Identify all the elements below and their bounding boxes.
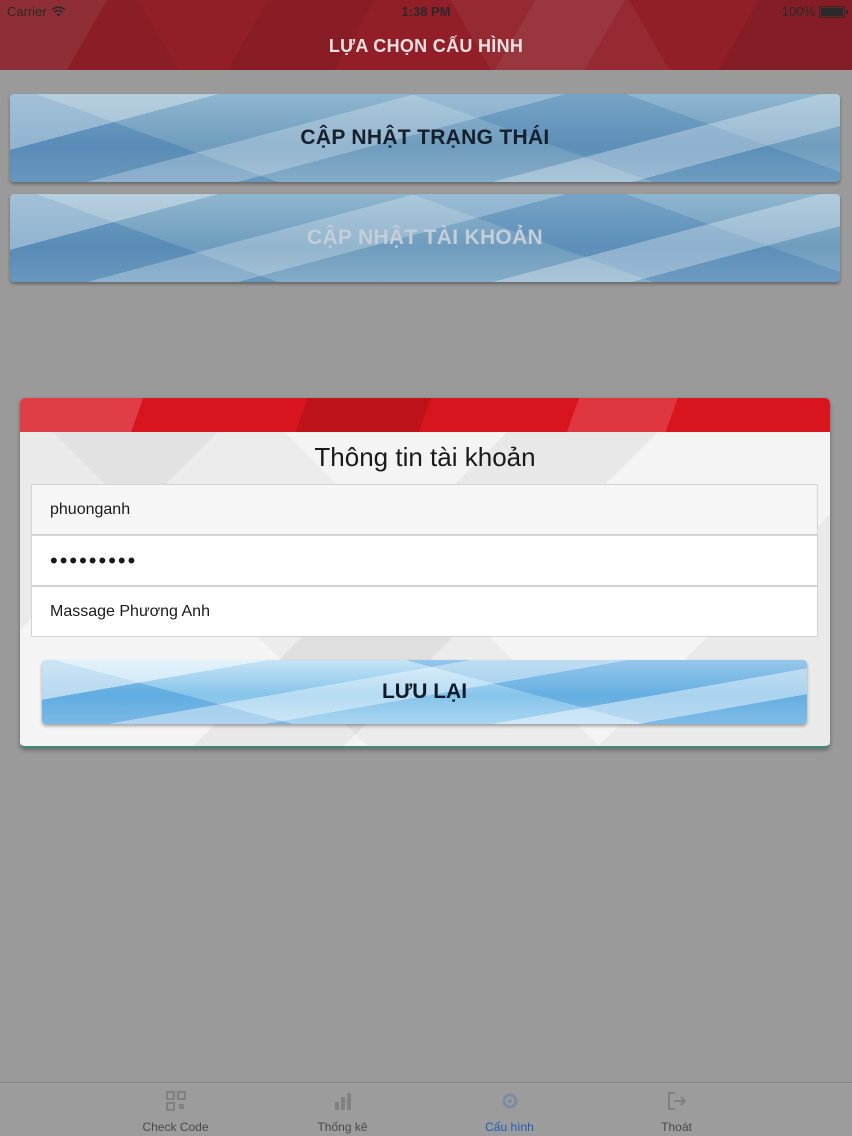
status-time: 1:38 PM [401,4,451,19]
username-field[interactable] [31,484,818,535]
tab-settings[interactable]: Cấu hình [426,1083,593,1136]
tab-bar-spacer [0,1083,92,1136]
battery-percent: 100% [781,4,815,19]
tab-label: Thống kê [317,1120,368,1134]
chart-icon [334,1093,351,1110]
tab-label: Cấu hình [485,1120,534,1134]
tab-statistics[interactable]: Thống kê [259,1083,426,1136]
tab-bar: Check Code Thống kê Cấu hình Thoát [0,1082,852,1136]
tab-label: Check Code [142,1120,209,1134]
gear-icon [502,1093,517,1109]
update-account-button[interactable]: CẬP NHẬT TÀI KHOẢN [10,194,840,282]
display-name-field[interactable] [31,586,818,637]
update-status-button[interactable]: CẬP NHẬT TRẠNG THÁI [10,94,840,182]
tab-check-code[interactable]: Check Code [92,1083,259,1136]
status-right: 100% [781,4,848,19]
tab-bar-spacer [760,1083,852,1136]
logout-icon [667,1092,686,1110]
password-field[interactable] [31,535,818,586]
dialog-header-banner [20,398,830,432]
save-button[interactable]: LƯU LẠI [42,660,807,724]
header-bar: Carrier 1:38 PM 100% LỰA CHỌN CẤU HÌNH [0,0,852,70]
tab-label: Thoát [661,1120,692,1134]
status-bar: Carrier 1:38 PM 100% [0,0,852,22]
account-info-dialog: Thông tin tài khoản LƯU LẠI [20,398,830,748]
dialog-title: Thông tin tài khoản [314,442,536,472]
battery-icon [819,5,848,18]
page-title: LỰA CHỌN CẤU HÌNH [328,36,524,56]
qr-code-icon [165,1091,186,1111]
tab-logout[interactable]: Thoát [593,1083,760,1136]
